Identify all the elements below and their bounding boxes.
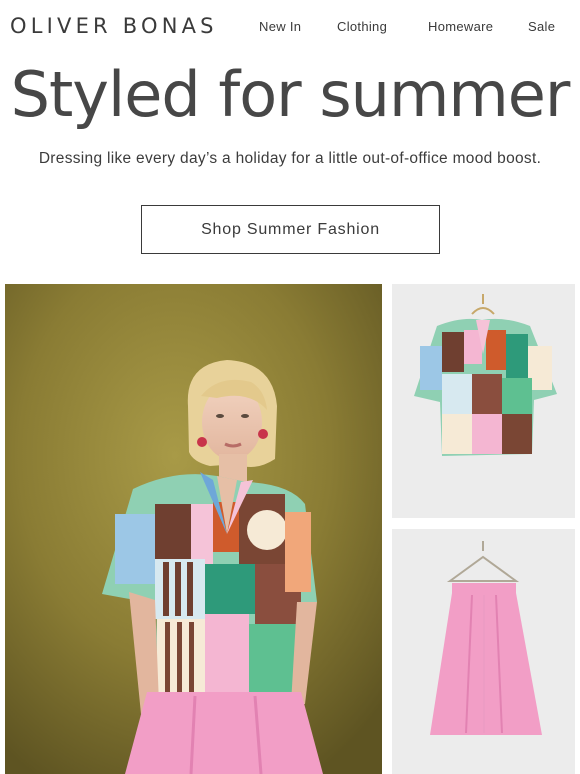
brand-logo[interactable]: OLIVER BONAS [10, 14, 218, 38]
nav-homeware[interactable]: Homeware [428, 19, 493, 34]
nav-new-in[interactable]: New In [259, 19, 301, 34]
shop-summer-fashion-button[interactable]: Shop Summer Fashion [141, 205, 440, 254]
hero-subline: Dressing like every day’s a holiday for … [38, 150, 542, 167]
header: OLIVER BONAS New In Clothing Homeware Sa… [0, 0, 580, 54]
product-shirt-image[interactable] [392, 284, 575, 518]
nav-clothing[interactable]: Clothing [337, 19, 387, 34]
nav-sale[interactable]: Sale [528, 19, 555, 34]
hero-model-image[interactable] [5, 284, 382, 774]
hero-headline: Styled for summer [10, 58, 571, 131]
product-skirt-image[interactable] [392, 529, 575, 774]
